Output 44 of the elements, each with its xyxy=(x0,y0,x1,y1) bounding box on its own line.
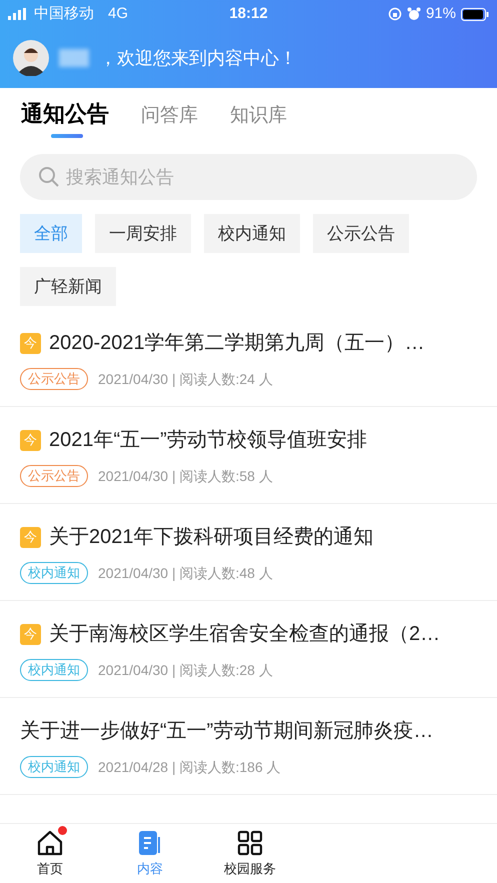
network-text: 4G xyxy=(108,4,128,24)
battery-icon xyxy=(461,8,489,20)
today-badge: 今 xyxy=(20,332,41,354)
alarm-icon xyxy=(406,7,421,21)
search-icon xyxy=(38,166,60,188)
notice-title[interactable]: 关于进一步做好“五一”劳动节期间新冠肺炎疫… xyxy=(20,716,434,746)
notice-meta: 2021/04/30 | 阅读人数:48 人 xyxy=(98,564,273,583)
nav-item[interactable]: 校园服务 xyxy=(200,824,300,883)
search-field[interactable]: 搜索通知公告 xyxy=(20,154,477,200)
carrier-text: 中国移动 xyxy=(34,4,94,24)
notice-title[interactable]: 关于2021年下拨科研项目经费的通知 xyxy=(49,522,374,552)
notice-meta: 2021/04/30 | 阅读人数:58 人 xyxy=(98,466,273,486)
battery-text: 91% xyxy=(426,4,456,24)
rotation-lock-icon xyxy=(388,7,402,21)
notice-title[interactable]: 2021年“五一”劳动节校领导值班安排 xyxy=(49,425,367,455)
tab[interactable]: 问答库 xyxy=(141,102,198,140)
today-badge: 今 xyxy=(20,430,41,450)
category-tag: 校内通知 xyxy=(20,756,88,778)
welcome-text: ，欢迎您来到内容中心！ xyxy=(99,46,297,70)
notice-meta: 2021/04/30 | 阅读人数:28 人 xyxy=(98,660,273,680)
notice-title[interactable]: 关于南海校区学生宿舍安全检查的通报（2… xyxy=(49,619,440,649)
blurred-name xyxy=(59,49,89,67)
nav-item[interactable]: 首页 xyxy=(0,824,100,883)
tab-indicator xyxy=(51,134,83,138)
notice-title[interactable]: 2020-2021学年第二学期第九周（五一）… xyxy=(49,328,425,358)
notice-meta: 2021/04/28 | 阅读人数:186 人 xyxy=(98,758,281,777)
tab[interactable]: 通知公告 xyxy=(21,97,109,140)
filter-chip[interactable]: 一周安排 xyxy=(95,214,191,253)
filter-chip[interactable]: 公示公告 xyxy=(313,214,409,253)
category-tag: 公示公告 xyxy=(20,368,88,390)
notice-meta: 2021/04/30 | 阅读人数:24 人 xyxy=(98,370,273,389)
home-icon xyxy=(36,828,64,857)
category-tag: 校内通知 xyxy=(20,659,88,681)
today-badge: 今 xyxy=(20,624,41,644)
tab[interactable]: 知识库 xyxy=(230,102,287,140)
category-tag: 校内通知 xyxy=(20,562,88,584)
time-text: 18:12 xyxy=(228,4,269,24)
filter-chip[interactable]: 广轻新闻 xyxy=(20,267,116,306)
filter-chip[interactable]: 校内通知 xyxy=(204,214,300,253)
signal-icon xyxy=(8,8,28,20)
grid-icon xyxy=(236,828,264,857)
category-tag: 公示公告 xyxy=(20,465,88,487)
avatar-icon xyxy=(13,40,49,76)
today-badge: 今 xyxy=(20,526,41,548)
